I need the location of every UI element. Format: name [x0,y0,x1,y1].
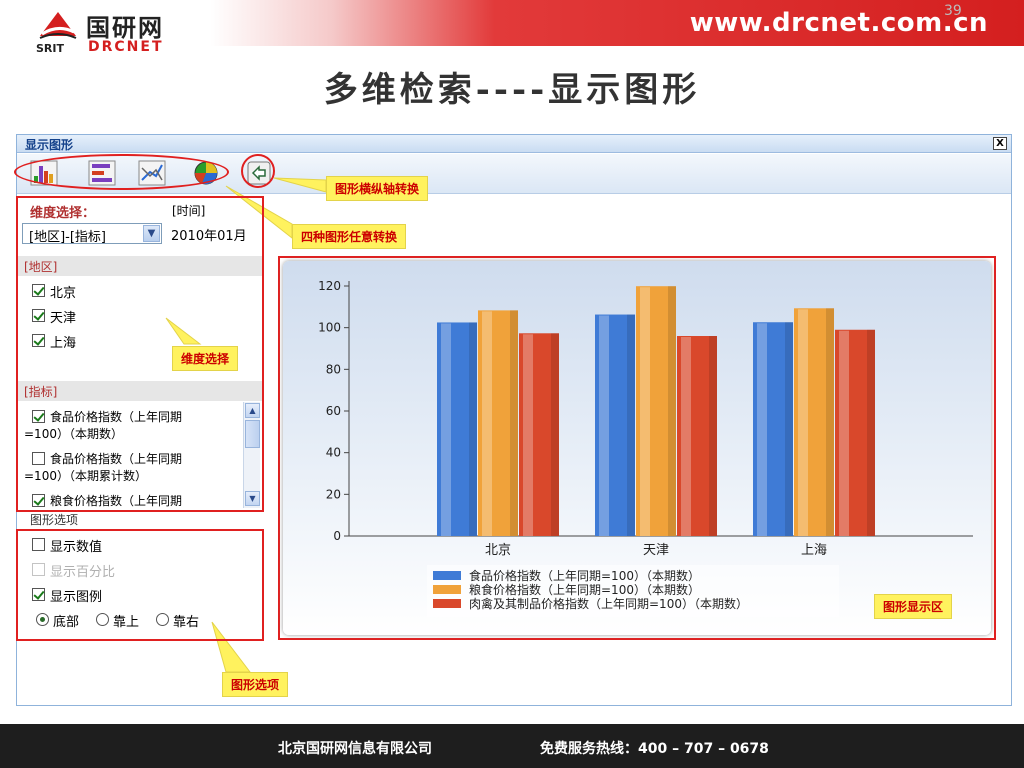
axis-swap-callout: 图形横纵轴转换 [326,176,429,201]
legend-top-radio[interactable] [96,613,109,626]
legend-right-label: 靠右 [173,615,200,630]
region-label-tianjin: 天津 [50,311,77,326]
bar-shade [551,333,559,536]
dimension-select-value: [地区]-[指标] [29,230,106,245]
show-percent-label: 显示百分比 [50,565,116,580]
bar-highlight [640,287,650,536]
bar-shade [709,336,717,536]
time-label: [时间] [172,204,206,218]
chevron-down-icon[interactable]: ▼ [143,225,160,242]
y-tick-label: 60 [326,404,341,418]
legend-swatch [433,599,461,608]
dimension-select-callout: 维度选择 [172,346,239,371]
indicator-list: 食品价格指数（上年同期 =100）（本期数） 食品价格指数（上年同期 =100）… [20,402,262,510]
footer: 北京国研网信息有限公司 免费服务热线：400 – 707 – 0678 [0,724,1024,768]
indicator-checkbox-1[interactable] [32,410,45,423]
legend-label: 肉禽及其制品价格指数（上年同期=100）（本期数） [469,596,748,611]
indicator-1-line2: =100）（本期数） [24,427,123,441]
show-percent-checkbox[interactable] [32,563,45,576]
bar-shade [510,310,518,536]
chart-background: 0 20 40 60 80 100 120 北京 天津 上海食品价格指数（上年同期=100）（本期… [283,261,991,635]
scroll-down-icon[interactable]: ▼ [245,491,260,506]
four-types-callout: 四种图形任意转换 [292,224,407,249]
bar-chart: 0 20 40 60 80 100 120 北京 天津 上海食品价格指数（上年同期=100）（本期… [318,279,973,617]
indicator-checkbox-3[interactable] [32,494,45,507]
indicator-3-line1: 粮食价格指数（上年同期 [50,494,183,508]
show-values-checkbox[interactable] [32,538,45,551]
time-select[interactable]: 2010年01月 [168,223,260,244]
bar-highlight [681,337,691,536]
indicator-checkbox-2[interactable] [32,452,45,465]
legend-swatch [433,571,461,580]
bar-shade [627,314,635,536]
bar-highlight [757,323,767,536]
region-checkbox-shanghai[interactable] [32,334,45,347]
x-tick-label: 天津 [643,543,669,558]
region-section-header: [地区] [18,256,262,276]
legend-right-radio[interactable] [156,613,169,626]
legend-swatch [433,585,461,594]
bar-shade [826,308,834,536]
scroll-up-icon[interactable]: ▲ [245,403,260,418]
x-tick-label: 北京 [485,543,511,558]
legend-top-label: 靠上 [113,615,140,630]
indicator-section-header: [指标] [18,381,262,401]
indicator-2-line2: =100）（本期累计数） [24,469,147,483]
dimension-select[interactable]: [地区]-[指标] ▼ [22,223,162,245]
bar-highlight [523,334,533,536]
chart-options-callout: 图形选项 [222,672,289,697]
show-legend-label: 显示图例 [50,590,103,605]
slide-number: 39 [944,3,962,19]
region-label-shanghai: 上海 [50,336,77,351]
bar-shade [469,322,477,536]
show-values-label: 显示数值 [50,540,103,555]
chart-display-area: 0 20 40 60 80 100 120 北京 天津 上海食品价格指数（上年同期=100）（本期… [278,256,996,640]
indicator-2-line1: 食品价格指数（上年同期 [50,452,183,466]
region-label-beijing: 北京 [50,286,77,301]
legend-label: 粮食价格指数（上年同期=100）（本期数） [469,582,700,597]
bar-shade [867,329,875,536]
bar-shade [785,322,793,536]
bar-highlight [839,330,849,536]
footer-hotline: 免费服务热线：400 – 707 – 0678 [540,741,769,757]
x-tick-label: 上海 [801,543,827,558]
scroll-thumb[interactable] [245,420,260,448]
bar-highlight [599,315,609,536]
region-checkbox-beijing[interactable] [32,284,45,297]
y-tick-label: 40 [326,446,341,460]
region-header: [地区] [24,260,58,274]
chart-area-callout: 图形显示区 [874,594,953,619]
dimension-label: 维度选择： [30,206,96,221]
y-tick-label: 120 [318,279,341,293]
bar-highlight [441,323,451,536]
slide: www.drcnet.com.cn 国研网 SRIT DRCNET 多维检索--… [0,0,1024,768]
indicator-scrollbar[interactable]: ▲ ▼ [243,402,260,508]
bar-shade [668,286,676,536]
legend-bottom-label: 底部 [53,615,80,630]
bar-highlight [798,309,808,536]
time-select-value: 2010年01月 [171,229,247,244]
y-tick-label: 0 [333,529,341,543]
chart-options-header: 图形选项 [30,513,79,527]
show-legend-checkbox[interactable] [32,588,45,601]
y-tick-label: 80 [326,362,341,376]
footer-company: 北京国研网信息有限公司 [278,741,432,757]
region-checkbox-tianjin[interactable] [32,309,45,322]
y-tick-label: 20 [326,487,341,501]
bar-highlight [482,311,492,536]
indicator-header: [指标] [24,385,58,399]
y-tick-label: 100 [318,321,341,335]
indicator-1-line1: 食品价格指数（上年同期 [50,410,183,424]
legend-label: 食品价格指数（上年同期=100）（本期数） [469,568,700,583]
legend-bottom-radio[interactable] [36,613,49,626]
